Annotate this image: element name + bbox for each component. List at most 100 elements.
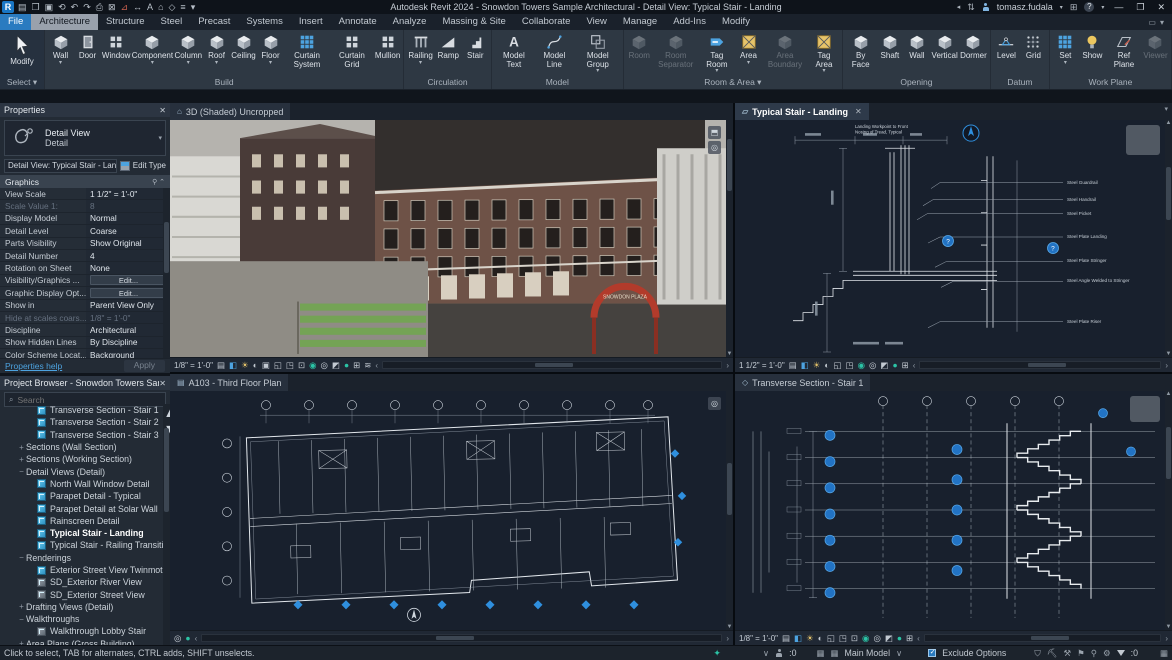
- print-icon[interactable]: ⎙: [96, 2, 103, 13]
- save-icon[interactable]: ▣: [45, 2, 54, 13]
- collapse-controls-icon[interactable]: ‹: [917, 634, 920, 643]
- redo-icon[interactable]: ↷: [83, 2, 91, 13]
- graphics-section-header[interactable]: Graphics ⚲ ⌃: [0, 175, 170, 188]
- canvas-floor-plan[interactable]: ◎: [170, 391, 733, 630]
- door-button[interactable]: Door: [74, 32, 101, 62]
- scroll-right-icon[interactable]: ›: [1165, 361, 1168, 370]
- dropdown-caret-icon[interactable]: ▾: [269, 61, 272, 65]
- tag-area-button[interactable]: Tag Area▾: [808, 32, 840, 74]
- temporary-view-properties-icon[interactable]: ●: [344, 358, 349, 373]
- tab-analyze[interactable]: Analyze: [385, 14, 435, 30]
- grid-button[interactable]: Grid: [1020, 32, 1047, 62]
- properties-close-icon[interactable]: ✕: [159, 106, 166, 115]
- unlocked-view-icon[interactable]: ⊡: [298, 358, 305, 373]
- tab-file[interactable]: File: [0, 14, 31, 30]
- browser-item-sections-wall-section[interactable]: +Sections (Wall Section): [0, 441, 170, 453]
- modify-button[interactable]: Modify: [2, 32, 42, 68]
- measure-icon[interactable]: ⊿: [121, 2, 129, 13]
- ceiling-button[interactable]: Ceiling: [230, 32, 257, 62]
- scroll-right-icon[interactable]: ›: [726, 361, 729, 370]
- browser-scrollbar[interactable]: ▲ ▼: [163, 404, 170, 645]
- vertical-scrollbar[interactable]: ▲▼: [1165, 120, 1172, 357]
- revit-logo[interactable]: R: [2, 1, 14, 13]
- workset-dialog-icon[interactable]: ▦: [831, 648, 839, 659]
- crop-view-icon[interactable]: ◱: [274, 358, 282, 373]
- visual-style-icon[interactable]: ◧: [794, 631, 802, 646]
- dropdown-caret-icon[interactable]: ▾: [822, 69, 825, 73]
- window-button[interactable]: Window: [101, 32, 131, 62]
- horizontal-scrollbar[interactable]: [919, 361, 1161, 369]
- menu-icon[interactable]: ▤: [18, 2, 27, 13]
- set-button[interactable]: Set▾: [1052, 32, 1079, 66]
- stair-button[interactable]: Stair: [462, 32, 489, 62]
- view-tab-section[interactable]: ◇ Transverse Section - Stair 1: [735, 374, 870, 391]
- view-tab-stair-detail[interactable]: ▱ Typical Stair - Landing ✕: [735, 103, 869, 120]
- navigation-pad[interactable]: [1130, 396, 1160, 422]
- roof-button[interactable]: Roof▾: [203, 32, 230, 66]
- expand-icon[interactable]: −: [17, 467, 26, 476]
- temporary-view-properties-icon[interactable]: ●: [185, 631, 190, 646]
- dropdown-caret-icon[interactable]: ▾: [187, 61, 190, 65]
- close-button[interactable]: ✕: [1154, 2, 1168, 13]
- close-hidden-icon[interactable]: ⊠: [108, 2, 116, 13]
- curtain-grid-button[interactable]: Curtain Grid: [330, 32, 374, 70]
- property-value[interactable]: Edit...: [86, 287, 170, 298]
- links-icon[interactable]: ⚲: [1091, 648, 1097, 659]
- property-value[interactable]: Parent View Only: [86, 300, 170, 311]
- vertical-scrollbar[interactable]: ▼: [726, 120, 733, 357]
- ribbon-display-caret-icon[interactable]: ▾: [1160, 18, 1164, 27]
- reveal-hidden-elements-icon[interactable]: ◎: [174, 631, 181, 646]
- tab-architecture[interactable]: Architecture: [31, 14, 98, 30]
- sun-path-icon[interactable]: ☀: [241, 358, 249, 373]
- collapse-controls-icon[interactable]: ‹: [913, 361, 916, 370]
- collapse-icon[interactable]: ◂: [957, 3, 961, 11]
- area-button[interactable]: Area▾: [735, 32, 762, 66]
- thin-lines-icon[interactable]: ▤: [217, 358, 225, 373]
- temporary-view-properties-icon[interactable]: ●: [897, 631, 902, 646]
- ribbon-display-icon[interactable]: ▭: [1148, 18, 1156, 27]
- canvas-stair-detail[interactable]: Landing Workpoint to Front Nosing of Tre…: [735, 120, 1172, 357]
- browser-item-parapet-detail-at-solar-wall[interactable]: Parapet Detail at Solar Wall: [0, 502, 170, 514]
- scale-button[interactable]: 1 1/2" = 1'-0": [739, 361, 785, 370]
- vertical-scrollbar[interactable]: ▼: [726, 391, 733, 630]
- section-icon[interactable]: ◇: [169, 2, 176, 13]
- vertical-scrollbar[interactable]: ▲▼: [1165, 391, 1172, 630]
- tab-modify[interactable]: Modify: [714, 14, 758, 30]
- restore-button[interactable]: ❐: [1133, 2, 1147, 13]
- minimize-button[interactable]: —: [1111, 2, 1126, 12]
- viewcube-icon[interactable]: ⬒: [708, 126, 721, 139]
- scroll-right-icon[interactable]: ›: [726, 634, 729, 643]
- help-caret-icon[interactable]: ▾: [1101, 4, 1104, 11]
- project-browser-header[interactable]: Project Browser - Snowdon Towers Sample …: [0, 376, 170, 390]
- reveal-hidden-elements-icon[interactable]: ◎: [320, 358, 327, 373]
- view-tab-floor-plan[interactable]: ▤ A103 - Third Floor Plan: [170, 374, 288, 391]
- scroll-right-icon[interactable]: ›: [1165, 634, 1168, 643]
- tab-massing-site[interactable]: Massing & Site: [434, 14, 513, 30]
- mullion-button[interactable]: Mullion: [374, 32, 401, 62]
- show-crop-region-icon[interactable]: ◳: [839, 631, 847, 646]
- apply-button[interactable]: Apply: [124, 360, 165, 372]
- reveal-hidden-elements-icon[interactable]: ◎: [869, 358, 876, 373]
- properties-header[interactable]: Properties ✕: [0, 103, 170, 117]
- user-interface-icon[interactable]: ▾: [191, 2, 196, 13]
- browser-item-transverse-section-stair-3[interactable]: Transverse Section - Stair 3: [0, 429, 170, 441]
- railing-button[interactable]: Railing▾: [406, 32, 434, 66]
- show-crop-region-icon[interactable]: ◳: [846, 358, 854, 373]
- ribbon-panel-caption[interactable]: Work Plane: [1050, 76, 1171, 89]
- aligned-dimension-icon[interactable]: ↔: [133, 2, 142, 12]
- shadows-icon[interactable]: ◐: [253, 358, 258, 373]
- navigation-bar[interactable]: ◎: [708, 397, 721, 410]
- thin-lines-icon[interactable]: ▤: [789, 358, 797, 373]
- tab-manage[interactable]: Manage: [615, 14, 665, 30]
- thin-lines-icon[interactable]: ≡: [180, 2, 185, 12]
- tab-overflow-icon[interactable]: ▾: [1164, 103, 1172, 120]
- shadows-icon[interactable]: ◐: [824, 358, 829, 373]
- shaft-button[interactable]: Shaft: [876, 32, 903, 62]
- tab-structure[interactable]: Structure: [98, 14, 153, 30]
- ribbon-panel-caption[interactable]: Model: [492, 76, 623, 89]
- dropdown-caret-icon[interactable]: ▾: [747, 61, 750, 65]
- editing-requests-caret-icon[interactable]: ∨: [763, 648, 769, 659]
- browser-item-sd-exterior-street-view[interactable]: SD_Exterior Street View: [0, 588, 170, 600]
- tab-systems[interactable]: Systems: [238, 14, 290, 30]
- tab-precast[interactable]: Precast: [190, 14, 238, 30]
